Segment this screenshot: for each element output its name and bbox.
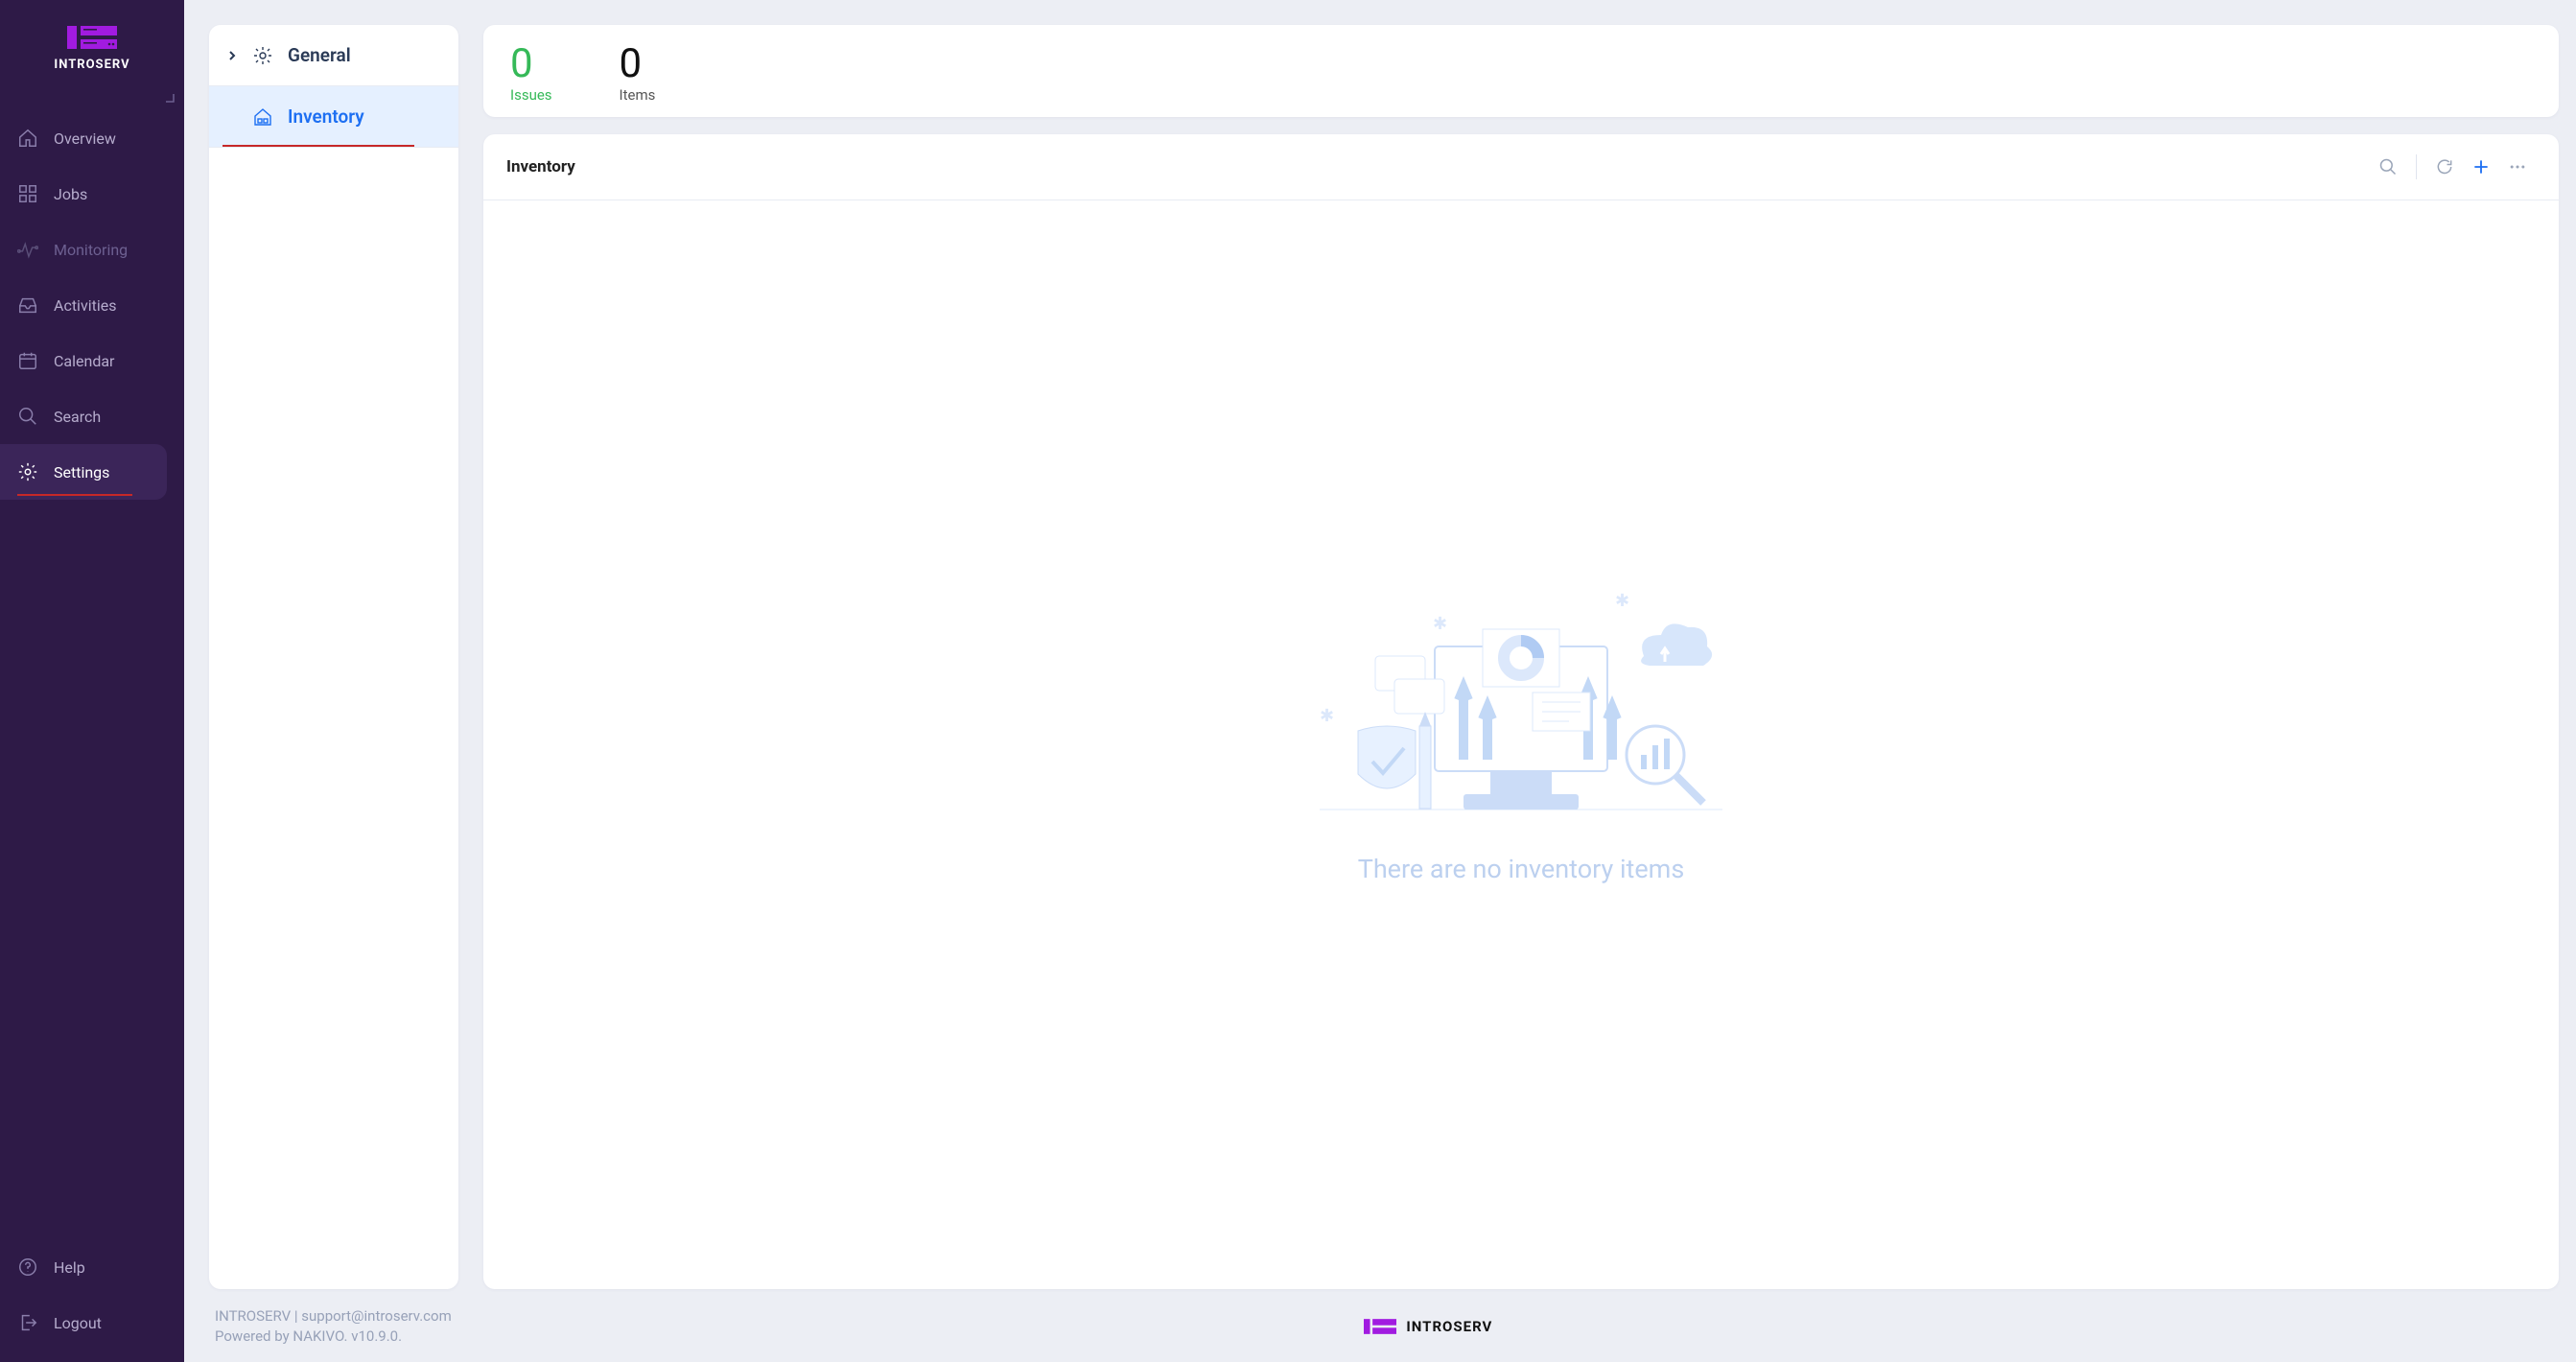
plus-icon (2471, 157, 2491, 176)
inventory-actions (2370, 152, 2536, 182)
footer-brand-name: INTROSERV (1406, 1318, 1492, 1335)
more-horizontal-icon (2508, 157, 2527, 176)
nav-item-settings[interactable]: Settings (0, 444, 167, 500)
stat-issues-label: Issues (510, 86, 552, 104)
nav-label: Logout (54, 1314, 102, 1332)
grid-icon (17, 183, 38, 204)
nav-label: Settings (54, 463, 109, 481)
nav-label: Help (54, 1258, 85, 1277)
help-icon (17, 1256, 38, 1278)
calendar-icon (17, 350, 38, 371)
nav-item-monitoring[interactable]: Monitoring (0, 222, 184, 277)
inbox-icon (17, 294, 38, 316)
nav-item-activities[interactable]: Activities (0, 277, 184, 333)
nav-label: Monitoring (54, 241, 128, 259)
footer-meta: INTROSERV | support@introserv.com Powere… (215, 1306, 452, 1347)
chevron-right-icon (226, 44, 242, 66)
footer-line1: INTROSERV | support@introserv.com (215, 1306, 452, 1327)
collapse-sidebar-handle[interactable] (165, 88, 175, 98)
search-icon (17, 406, 38, 427)
add-button[interactable] (2463, 152, 2499, 182)
nav-label: Calendar (54, 352, 114, 370)
brand-logo: INTROSERV (0, 0, 184, 82)
stat-items-label: Items (620, 86, 656, 104)
gear-box-icon (251, 44, 274, 67)
nav-item-logout[interactable]: Logout (0, 1295, 184, 1350)
stat-issues-value: 0 (510, 44, 552, 84)
inventory-empty-message: There are no inventory items (1358, 854, 1685, 884)
refresh-button[interactable] (2426, 152, 2463, 182)
refresh-icon (2435, 157, 2454, 176)
search-button[interactable] (2370, 152, 2406, 182)
nav-label: Jobs (54, 185, 87, 203)
introserv-logo-icon (67, 23, 117, 52)
main-content: General Inventory 0 Issues 0 Items (184, 0, 2576, 1362)
footer-line2: Powered by NAKIVO. v10.9.0. (215, 1327, 452, 1347)
nav-item-overview[interactable]: Overview (0, 110, 184, 166)
inventory-title: Inventory (506, 157, 575, 176)
nav-main: Overview Jobs Monitoring Activities Cale… (0, 110, 184, 500)
nav-label: Overview (54, 129, 116, 148)
svg-text:✱: ✱ (1615, 591, 1629, 610)
nav-bottom: Help Logout (0, 1239, 184, 1350)
stats-card: 0 Issues 0 Items (483, 25, 2559, 117)
actions-separator (2416, 154, 2417, 179)
inventory-card: Inventory (483, 134, 2559, 1289)
search-icon (2378, 157, 2398, 176)
gear-icon (17, 461, 38, 482)
pulse-icon (17, 239, 38, 260)
more-actions-button[interactable] (2499, 152, 2536, 182)
footer-brand: INTROSERV (1364, 1317, 1646, 1336)
stat-items-value: 0 (620, 44, 656, 84)
stat-items: 0 Items (620, 44, 656, 104)
nav-label: Activities (54, 296, 116, 315)
subnav-item-general[interactable]: General (209, 25, 458, 86)
right-column: 0 Issues 0 Items Inventory (483, 25, 2559, 1289)
house-icon (17, 128, 38, 149)
empty-state-illustration: ✱ ✱ ✱ (1320, 587, 1722, 827)
stat-issues: 0 Issues (510, 44, 552, 104)
inventory-header: Inventory (483, 134, 2559, 200)
settings-subnav: General Inventory (209, 25, 458, 1289)
nav-label: Search (54, 408, 101, 426)
subnav-item-inventory[interactable]: Inventory (209, 86, 458, 148)
introserv-logo-icon (1364, 1317, 1396, 1336)
house-box-icon (251, 106, 274, 129)
nav-item-jobs[interactable]: Jobs (0, 166, 184, 222)
subnav-item-label: Inventory (288, 106, 364, 128)
svg-text:✱: ✱ (1433, 614, 1447, 633)
logout-icon (17, 1312, 38, 1333)
inventory-body: ✱ ✱ ✱ There are no inventory items (483, 200, 2559, 1289)
nav-item-calendar[interactable]: Calendar (0, 333, 184, 388)
brand-name: INTROSERV (0, 58, 184, 72)
footer: INTROSERV | support@introserv.com Powere… (209, 1289, 2559, 1352)
sidebar: INTROSERV Overview Jobs Monitoring (0, 0, 184, 1362)
subnav-item-label: General (288, 44, 351, 66)
nav-item-help[interactable]: Help (0, 1239, 184, 1295)
svg-text:✱: ✱ (1320, 706, 1334, 725)
nav-item-search[interactable]: Search (0, 388, 184, 444)
